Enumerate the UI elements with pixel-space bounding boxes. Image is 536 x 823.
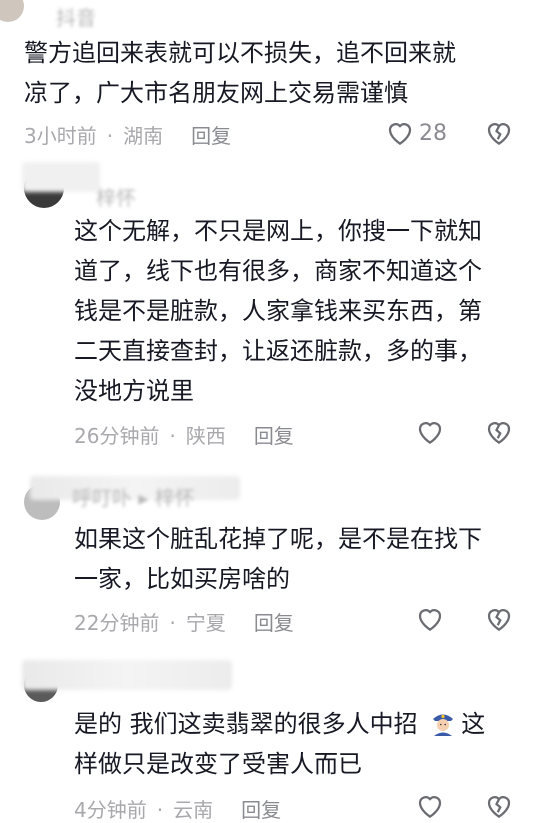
location: 云南 bbox=[173, 798, 214, 822]
username[interactable]: 呼叮卟 ▸ 梓怀 bbox=[72, 482, 195, 511]
police-officer-emoji bbox=[433, 714, 454, 736]
comment-line: 钱是不是脏款，人家拿钱来买东西，第 bbox=[74, 297, 482, 325]
comment-line: 没地方说里 bbox=[74, 377, 194, 405]
comment-line: 道了，线下也有很多，商家不知道这个 bbox=[74, 257, 482, 285]
location: 陕西 bbox=[185, 424, 226, 448]
username-blur bbox=[22, 162, 100, 192]
comment-text: 如果这个脏乱花掉了呢，是不是在找下 一家，比如买房啥的 bbox=[74, 519, 524, 599]
heart-outline-icon[interactable] bbox=[385, 118, 415, 148]
username-blur bbox=[22, 660, 232, 690]
comment-meta: 26分钟前 · 陕西 回复 bbox=[74, 424, 294, 448]
comment-line: 如果这个脏乱花掉了呢，是不是在找下 bbox=[74, 525, 482, 553]
location: 宁夏 bbox=[185, 611, 226, 635]
avatar[interactable] bbox=[0, 0, 24, 22]
heart-outline-icon[interactable] bbox=[415, 791, 445, 821]
comment-text: 这个无解，不只是网上，你搜一下就知 道了，线下也有很多，商家不知道这个 钱是不是… bbox=[74, 211, 524, 411]
comment-line: 警方追回来表就可以不损失，追不回来就 bbox=[24, 39, 456, 67]
comment-line: 是的 我们这卖翡翠的很多人中招 这 bbox=[74, 704, 524, 744]
comment-meta: 22分钟前 · 宁夏 回复 bbox=[74, 611, 294, 635]
timestamp: 26分钟前 bbox=[74, 424, 160, 448]
heart-outline-icon[interactable] bbox=[415, 604, 445, 634]
reply-button[interactable]: 回复 bbox=[191, 124, 231, 148]
comment-meta: 3小时前 · 湖南 回复 bbox=[24, 124, 232, 148]
broken-heart-icon[interactable] bbox=[484, 604, 514, 634]
comment-line: 二天直接查封，让返还脏款，多的事， bbox=[74, 337, 482, 365]
comment-text: 是的 我们这卖翡翠的很多人中招 这 样做只是改变了受害人而已 bbox=[74, 704, 524, 784]
reply-button[interactable]: 回复 bbox=[254, 424, 294, 448]
comment-line-suffix: 这 bbox=[461, 710, 486, 738]
heart-outline-icon[interactable] bbox=[415, 417, 445, 447]
comment-line: 样做只是改变了受害人而已 bbox=[74, 750, 362, 778]
comment-line: 凉了，广大市名朋友网上交易需谨慎 bbox=[24, 79, 408, 107]
reply-button[interactable]: 回复 bbox=[241, 798, 281, 822]
comment-line: 一家，比如买房啥的 bbox=[74, 565, 290, 593]
username[interactable]: 抖音 bbox=[56, 2, 96, 31]
timestamp: 22分钟前 bbox=[74, 611, 160, 635]
reply-button[interactable]: 回复 bbox=[254, 611, 294, 635]
broken-heart-icon[interactable] bbox=[484, 791, 514, 821]
timestamp: 4分钟前 bbox=[74, 798, 147, 822]
like-count: 28 bbox=[419, 121, 447, 146]
broken-heart-icon[interactable] bbox=[484, 417, 514, 447]
comment-line-text: 是的 我们这卖翡翠的很多人中招 bbox=[74, 710, 418, 738]
location: 湖南 bbox=[123, 124, 164, 148]
username[interactable]: 梓怀 bbox=[96, 182, 136, 211]
broken-heart-icon[interactable] bbox=[484, 118, 514, 148]
comment-line: 这个无解，不只是网上，你搜一下就知 bbox=[74, 217, 482, 245]
timestamp: 3小时前 bbox=[24, 124, 97, 148]
comment-text: 警方追回来表就可以不损失，追不回来就 凉了，广大市名朋友网上交易需谨慎 bbox=[24, 33, 524, 113]
